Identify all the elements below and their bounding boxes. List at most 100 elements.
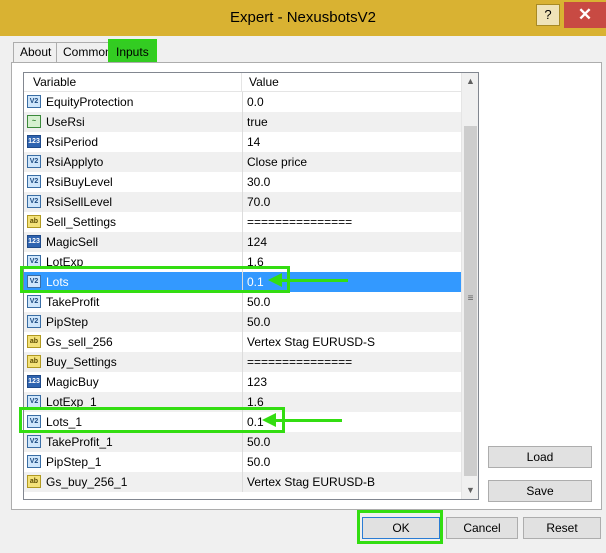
value-cell[interactable]: =============== xyxy=(243,352,461,372)
value-cell[interactable]: 50.0 xyxy=(243,452,461,472)
value-cell[interactable]: =============== xyxy=(243,212,461,232)
variable-cell: 123 MagicSell xyxy=(24,232,243,252)
variable-cell: V2 Lots xyxy=(24,272,243,292)
scroll-down-icon[interactable]: ▼ xyxy=(462,482,478,499)
value-cell[interactable]: true xyxy=(243,112,461,132)
table-row[interactable]: ab Buy_Settings =============== xyxy=(24,352,461,372)
table-row[interactable]: V2 LotExp 1.6 xyxy=(24,252,461,272)
table-row[interactable]: ab Sell_Settings =============== xyxy=(24,212,461,232)
int-type-icon: 123 xyxy=(27,135,41,148)
double-type-icon: V2 xyxy=(27,255,41,268)
variable-name: MagicSell xyxy=(46,235,99,249)
column-header-value[interactable]: Value xyxy=(243,73,461,91)
variable-name: PipStep_1 xyxy=(46,455,102,469)
double-type-icon: V2 xyxy=(27,295,41,308)
variable-cell: ~ UseRsi xyxy=(24,112,243,132)
value-cell[interactable]: 50.0 xyxy=(243,312,461,332)
value-cell[interactable]: 14 xyxy=(243,132,461,152)
variable-name: TakeProfit_1 xyxy=(46,435,113,449)
variable-name: Lots xyxy=(46,275,69,289)
double-type-icon: V2 xyxy=(27,195,41,208)
load-button[interactable]: Load xyxy=(488,446,592,468)
table-row[interactable]: V2 RsiBuyLevel 30.0 xyxy=(24,172,461,192)
reset-button[interactable]: Reset xyxy=(523,517,601,539)
double-type-icon: V2 xyxy=(27,395,41,408)
variable-cell: ab Gs_sell_256 xyxy=(24,332,243,352)
double-type-icon: V2 xyxy=(27,435,41,448)
value-cell[interactable]: Vertex Stag EURUSD-B xyxy=(243,472,461,492)
vertical-scrollbar[interactable]: ▲ ≡ ▼ xyxy=(461,73,478,499)
value-cell[interactable]: 124 xyxy=(243,232,461,252)
variable-cell: V2 LotExp_1 xyxy=(24,392,243,412)
table-row[interactable]: ab Gs_sell_256 Vertex Stag EURUSD-S xyxy=(24,332,461,352)
string-type-icon: ab xyxy=(27,215,41,228)
table-row[interactable]: ~ UseRsi true xyxy=(24,112,461,132)
double-type-icon: V2 xyxy=(27,155,41,168)
int-type-icon: 123 xyxy=(27,375,41,388)
variable-cell: V2 LotExp xyxy=(24,252,243,272)
variable-name: Gs_buy_256_1 xyxy=(46,475,128,489)
value-cell[interactable]: 1.6 xyxy=(243,252,461,272)
double-type-icon: V2 xyxy=(27,415,41,428)
value-cell[interactable]: 30.0 xyxy=(243,172,461,192)
value-cell[interactable]: 123 xyxy=(243,372,461,392)
close-button[interactable]: ✕ xyxy=(564,2,606,28)
variable-cell: V2 EquityProtection xyxy=(24,92,243,112)
double-type-icon: V2 xyxy=(27,455,41,468)
variable-name: LotExp xyxy=(46,255,84,269)
variable-cell: ab Buy_Settings xyxy=(24,352,243,372)
table-row[interactable]: V2 EquityProtection 0.0 xyxy=(24,92,461,112)
column-header-variable[interactable]: Variable xyxy=(24,73,242,91)
parameters-grid: Variable Value V2 EquityProtection 0.0 ~ Use… xyxy=(23,72,479,500)
value-cell[interactable]: 0.0 xyxy=(243,92,461,112)
double-type-icon: V2 xyxy=(27,95,41,108)
double-type-icon: V2 xyxy=(27,315,41,328)
table-row[interactable]: V2 TakeProfit 50.0 xyxy=(24,292,461,312)
table-row[interactable]: V2 LotExp_1 1.6 xyxy=(24,392,461,412)
variable-cell: V2 TakeProfit xyxy=(24,292,243,312)
table-row[interactable]: V2 PipStep 50.0 xyxy=(24,312,461,332)
save-button[interactable]: Save xyxy=(488,480,592,502)
variable-name: RsiApplyto xyxy=(46,155,104,169)
table-row[interactable]: ab Gs_buy_256_1 Vertex Stag EURUSD-B xyxy=(24,472,461,492)
variable-name: PipStep xyxy=(46,315,89,329)
string-type-icon: ab xyxy=(27,475,41,488)
variable-cell: 123 RsiPeriod xyxy=(24,132,243,152)
value-cell[interactable]: 50.0 xyxy=(243,292,461,312)
value-cell[interactable]: Vertex Stag EURUSD-S xyxy=(243,332,461,352)
arrow-lots-1-head xyxy=(262,413,276,427)
cancel-button[interactable]: Cancel xyxy=(446,517,518,539)
arrow-lots-head xyxy=(268,273,282,287)
variable-cell: V2 PipStep_1 xyxy=(24,452,243,472)
variable-name: LotExp_1 xyxy=(46,395,97,409)
value-cell[interactable]: Close price xyxy=(243,152,461,172)
variable-cell: V2 RsiSellLevel xyxy=(24,192,243,212)
value-cell[interactable]: 1.6 xyxy=(243,392,461,412)
int-type-icon: 123 xyxy=(27,235,41,248)
grid-header: Variable Value xyxy=(24,73,461,92)
variable-cell: ab Sell_Settings xyxy=(24,212,243,232)
scroll-up-icon[interactable]: ▲ xyxy=(462,73,478,90)
ok-button[interactable]: OK xyxy=(362,517,440,539)
table-row[interactable]: V2 Lots 0.1 xyxy=(24,272,461,292)
help-button[interactable]: ? xyxy=(536,4,560,26)
variable-name: MagicBuy xyxy=(46,375,99,389)
table-row[interactable]: V2 RsiSellLevel 70.0 xyxy=(24,192,461,212)
table-row[interactable]: 123 MagicSell 124 xyxy=(24,232,461,252)
table-row[interactable]: V2 TakeProfit_1 50.0 xyxy=(24,432,461,452)
table-row[interactable]: V2 RsiApplyto Close price xyxy=(24,152,461,172)
table-row[interactable]: 123 MagicBuy 123 xyxy=(24,372,461,392)
scrollbar-thumb[interactable]: ≡ xyxy=(464,126,477,476)
tab-about[interactable]: About xyxy=(13,42,59,62)
table-row[interactable]: V2 Lots_1 0.1 xyxy=(24,412,461,432)
grip-icon: ≡ xyxy=(467,293,474,304)
value-cell[interactable]: 50.0 xyxy=(243,432,461,452)
value-cell[interactable]: 70.0 xyxy=(243,192,461,212)
variable-name: UseRsi xyxy=(46,115,85,129)
variable-name: RsiPeriod xyxy=(46,135,99,149)
window-title: Expert - NexusbotsV2 xyxy=(230,9,376,26)
table-row[interactable]: V2 PipStep_1 50.0 xyxy=(24,452,461,472)
bool-type-icon: ~ xyxy=(27,115,41,128)
table-row[interactable]: 123 RsiPeriod 14 xyxy=(24,132,461,152)
variable-name: RsiBuyLevel xyxy=(46,175,113,189)
